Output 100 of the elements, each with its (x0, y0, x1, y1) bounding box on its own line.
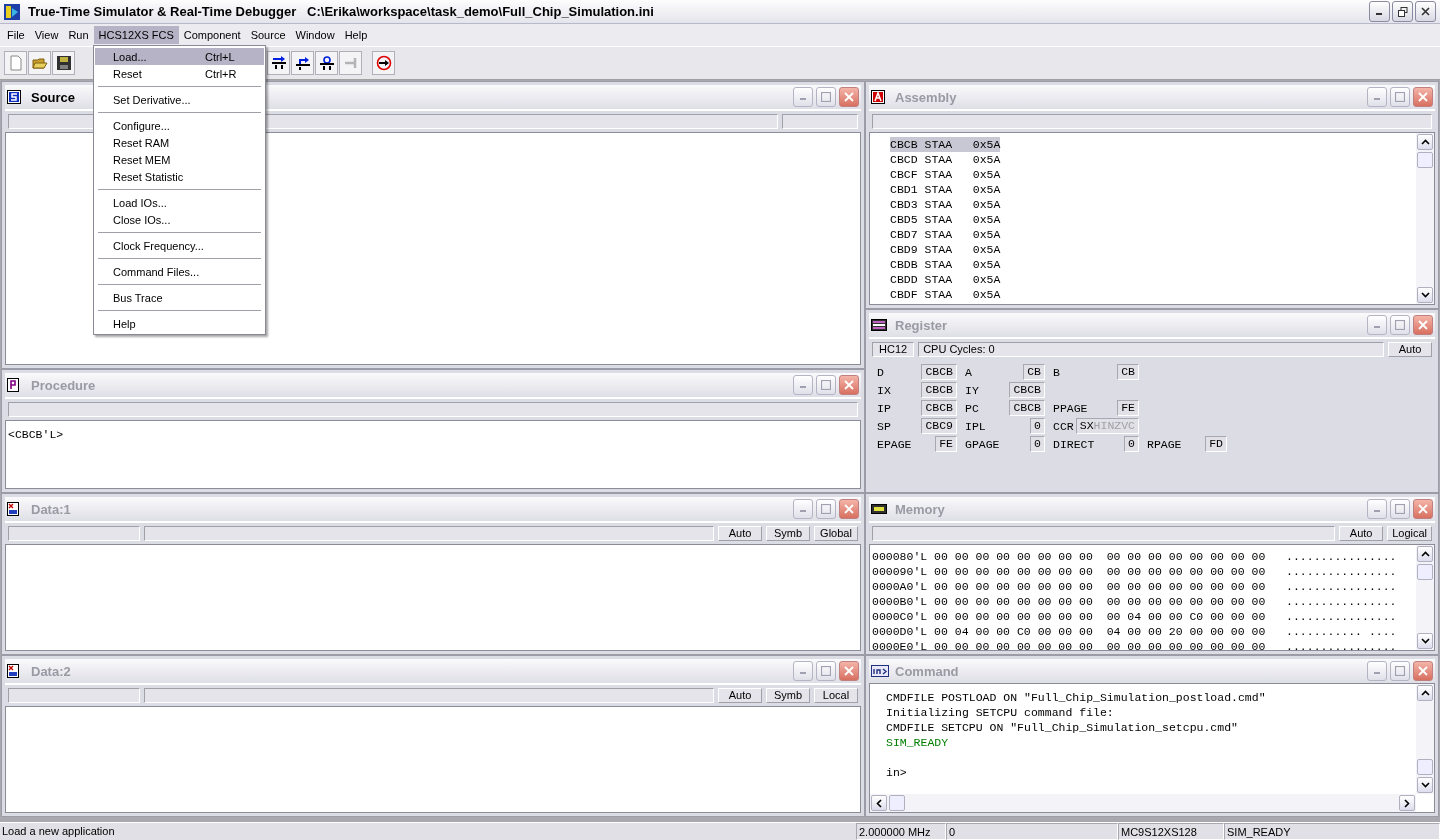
register-value[interactable]: CBCB (921, 364, 957, 380)
assembly-line[interactable]: CBCD STAA 0x5A (890, 152, 1001, 167)
header-button[interactable]: Symb (766, 526, 810, 541)
menu-item[interactable]: Component (178, 26, 246, 44)
menu-entry[interactable]: Command Files... (95, 263, 264, 280)
command-output: SIM_READY (886, 735, 949, 750)
vertical-scrollbar[interactable] (1416, 545, 1434, 650)
maximize-button[interactable] (816, 661, 836, 681)
minimize-button[interactable] (1369, 1, 1390, 22)
register-value[interactable]: CBCB (921, 382, 957, 398)
menu-entry[interactable]: Load IOs... (95, 194, 264, 211)
maximize-button[interactable] (816, 499, 836, 519)
horizontal-scrollbar[interactable] (870, 794, 1416, 812)
maximize-icon (1395, 666, 1405, 676)
scroll-thumb[interactable] (1417, 759, 1433, 775)
status-text: 2.000000 MHz (856, 823, 946, 840)
menu-item[interactable]: View (29, 26, 64, 44)
register-value[interactable]: 0 (1124, 436, 1139, 452)
menu-entry[interactable]: Close IOs... (95, 211, 264, 228)
vertical-scrollbar[interactable] (1416, 133, 1434, 304)
register-label: A (965, 365, 972, 379)
menu-entry[interactable]: Reset Ctrl+R (95, 65, 264, 82)
header-button[interactable]: Local (814, 688, 858, 703)
menu-item[interactable]: Source (245, 26, 291, 44)
menu-item[interactable]: File (2, 26, 30, 44)
menu-item[interactable]: HCS12XS FCS (93, 26, 179, 44)
register-value[interactable]: CB (1023, 364, 1045, 380)
close-icon (1418, 320, 1428, 330)
header-button[interactable]: Global (814, 526, 858, 541)
header-button[interactable]: Logical (1387, 526, 1432, 541)
menu-entry[interactable]: Reset RAM (95, 134, 264, 151)
vertical-scrollbar[interactable] (1416, 684, 1434, 794)
close-button[interactable] (1415, 1, 1436, 22)
register-value[interactable]: CB (1117, 364, 1139, 380)
assembly-line[interactable]: CBCF STAA 0x5A (890, 167, 1001, 182)
toolbar-button[interactable] (315, 51, 338, 75)
toolbar-button[interactable] (52, 51, 75, 75)
status-text: Load a new application (1, 824, 116, 839)
register-value[interactable]: CBCB (1009, 382, 1045, 398)
register-value[interactable]: FD (1205, 436, 1227, 452)
restore-button[interactable] (1392, 1, 1413, 22)
menu-entry[interactable]: Bus Trace (95, 289, 264, 306)
assembly-line[interactable]: CBDD STAA 0x5A (890, 272, 1001, 287)
assembly-line[interactable]: CBD3 STAA 0x5A (890, 197, 1001, 212)
register-value[interactable]: FE (1117, 400, 1139, 416)
memory-row-text: 0000E0'L 00 00 00 00 00 00 00 00 00 00 00 00 00 00 00 00 ................ (872, 639, 1398, 650)
menu-entry[interactable]: Load... Ctrl+L (95, 48, 264, 65)
register-label: PC (965, 401, 979, 415)
toolbar-button[interactable] (267, 51, 290, 75)
reset-icon (375, 55, 392, 71)
register-label: PPAGE (1053, 401, 1088, 415)
menu-item[interactable]: Run (63, 26, 94, 44)
header-button[interactable]: Auto (718, 688, 762, 703)
register-value[interactable]: CBC9 (921, 418, 957, 434)
assembly-line[interactable]: CBD7 STAA 0x5A (890, 227, 1001, 242)
maximize-button[interactable] (1390, 87, 1410, 107)
maximize-button[interactable] (1390, 499, 1410, 519)
maximize-button[interactable] (1390, 661, 1410, 681)
scroll-thumb[interactable] (1417, 564, 1433, 580)
menu-entry[interactable]: Help (95, 315, 264, 332)
assembly-line[interactable]: CBDB STAA 0x5A (890, 257, 1001, 272)
register-value[interactable]: 0 (1030, 418, 1045, 434)
register-value[interactable]: FE (935, 436, 957, 452)
header-button[interactable]: Auto (1388, 342, 1432, 357)
menu-entry[interactable]: Configure... (95, 117, 264, 134)
maximize-button[interactable] (1390, 315, 1410, 335)
register-value[interactable]: CBCB (921, 400, 957, 416)
register-label: B (1053, 365, 1060, 379)
close-icon (844, 504, 854, 514)
header-button[interactable]: Auto (1339, 526, 1384, 541)
menu-entry[interactable]: Clock Frequency... (95, 237, 264, 254)
assembly-line[interactable]: CBD5 STAA 0x5A (890, 212, 1001, 227)
menu-entry[interactable]: Set Derivative... (95, 91, 264, 108)
toolbar-button[interactable] (372, 51, 395, 75)
window-title: Data:2 (31, 663, 71, 679)
register-label: RPAGE (1147, 437, 1182, 451)
maximize-button[interactable] (816, 375, 836, 395)
console-icon (871, 664, 889, 678)
flag-letter: I (1100, 419, 1108, 433)
toolbar-button[interactable] (291, 51, 314, 75)
assembly-line[interactable]: CBDF STAA 0x5A (890, 287, 1001, 302)
menu-entry[interactable]: Reset MEM (95, 151, 264, 168)
menu-item[interactable]: Help (339, 26, 373, 44)
ccr-field[interactable]: SXHINZVC (1075, 418, 1139, 434)
scroll-thumb[interactable] (1417, 152, 1433, 168)
menu-entry[interactable]: Reset Statistic (95, 168, 264, 185)
assembly-line[interactable]: CBD1 STAA 0x5A (890, 182, 1001, 197)
register-value[interactable]: 0 (1030, 436, 1045, 452)
menu-item[interactable]: Window (290, 26, 340, 44)
header-button[interactable]: Symb (766, 688, 810, 703)
register-label: IY (965, 383, 979, 397)
document-icon (7, 55, 24, 71)
step-out-icon (294, 55, 311, 71)
command-prompt: in> (886, 765, 907, 780)
scroll-thumb[interactable] (889, 795, 905, 811)
assembly-line[interactable]: CBD9 STAA 0x5A (890, 242, 1001, 257)
register-value[interactable]: CBCB (1009, 400, 1045, 416)
header-button[interactable]: Auto (718, 526, 762, 541)
procedure-line[interactable]: <CBCB'L> (8, 427, 858, 442)
maximize-button[interactable] (816, 87, 836, 107)
